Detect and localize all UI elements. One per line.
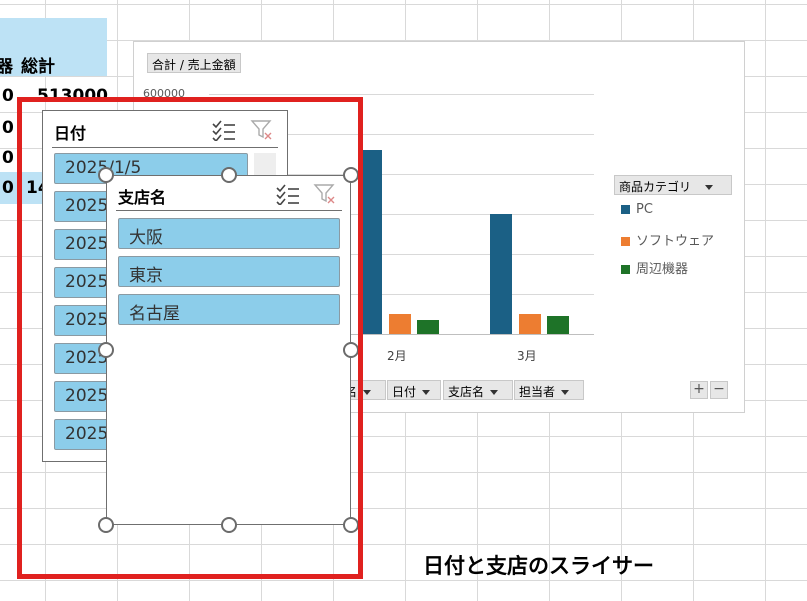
field-label: 支店名 <box>448 385 485 399</box>
legend-swatch <box>621 265 630 274</box>
axis-field-button-owner[interactable]: 担当者 <box>514 380 584 400</box>
legend-field-button[interactable]: 商品カテゴリ <box>614 175 732 195</box>
legend-item-pc[interactable]: PC <box>621 202 653 217</box>
legend-swatch <box>621 205 630 214</box>
highlight-box <box>17 97 363 579</box>
collapse-field-button[interactable]: − <box>710 381 728 399</box>
bar-software-feb[interactable] <box>389 314 411 334</box>
field-label: 担当者 <box>519 385 556 399</box>
pivot-cell[interactable]: 0 <box>2 148 14 168</box>
x-tick-label: 3月 <box>517 349 537 363</box>
chevron-down-icon <box>705 185 714 190</box>
value-field-button[interactable]: 合計 / 売上金額 <box>147 53 241 73</box>
bar-peripheral-feb[interactable] <box>417 320 439 334</box>
legend-swatch <box>621 237 630 246</box>
bar-software-mar[interactable] <box>519 314 541 334</box>
field-label: 日付 <box>392 385 417 399</box>
chevron-down-icon <box>363 390 372 395</box>
legend-label: ソフトウェア <box>636 234 715 249</box>
bar-pc-mar[interactable] <box>490 214 512 334</box>
caption: 日付と支店のスライサー <box>423 554 654 578</box>
pivot-header-partial[interactable]: 器 <box>0 52 13 77</box>
gridline <box>209 94 594 95</box>
bar-peripheral-mar[interactable] <box>547 316 569 334</box>
chevron-down-icon <box>422 390 431 395</box>
chevron-down-icon <box>490 390 499 395</box>
legend-label: PC <box>636 202 653 217</box>
axis-field-button-date[interactable]: 日付 <box>387 380 441 400</box>
pivot-header-total[interactable]: 総計 <box>21 52 55 77</box>
legend-label: 周辺機器 <box>636 262 689 277</box>
bar-pc-feb[interactable] <box>360 150 382 334</box>
pivot-cell[interactable]: 0 <box>2 118 14 138</box>
legend-title: 商品カテゴリ <box>619 180 692 194</box>
pivot-cell[interactable]: 0 <box>2 86 14 106</box>
pivot-cell[interactable]: 0 <box>2 178 14 198</box>
expand-field-button[interactable]: + <box>690 381 708 399</box>
chevron-down-icon <box>561 390 570 395</box>
x-tick-label: 2月 <box>387 349 407 363</box>
legend-item-software[interactable]: ソフトウェア <box>621 230 714 249</box>
legend-item-peripheral[interactable]: 周辺機器 <box>621 258 688 277</box>
axis-field-button-branch[interactable]: 支店名 <box>443 380 513 400</box>
